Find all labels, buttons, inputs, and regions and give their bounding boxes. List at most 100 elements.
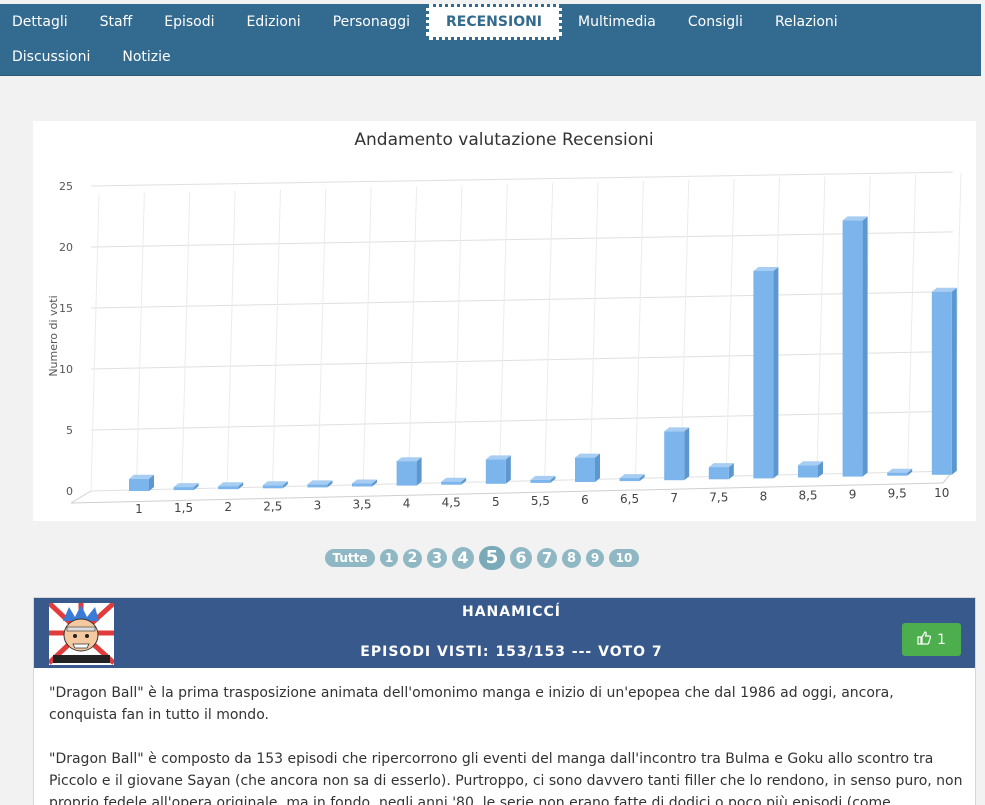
- bar: [307, 484, 328, 488]
- gridline: [544, 182, 554, 481]
- tab-notizie[interactable]: Notizie: [106, 39, 186, 75]
- x-tick-label: 5,5: [531, 494, 550, 508]
- bar: [664, 431, 685, 481]
- page-2[interactable]: 2: [403, 548, 422, 568]
- tab-multimedia[interactable]: Multimedia: [562, 4, 672, 40]
- gridline: [453, 185, 463, 483]
- bar: [262, 485, 283, 489]
- section-tabs: Dettagli Staff Episodi Edizioni Personaggi RE…: [0, 4, 981, 76]
- bar: [129, 478, 149, 491]
- tab-recensioni[interactable]: RECENSIONI: [426, 4, 563, 40]
- ratings-chart-svg: Andamento valutazione Recensioni 0 5 10 15 20…: [47, 130, 962, 516]
- x-tick-label: 10: [934, 486, 949, 500]
- x-tick-label: 8,5: [798, 489, 817, 503]
- tab-edizioni[interactable]: Edizioni: [231, 4, 317, 40]
- y-axis-label: Numero di voti: [47, 295, 60, 376]
- page-5[interactable]: 5: [479, 546, 505, 570]
- bar: [218, 486, 239, 490]
- bar-side: [595, 453, 600, 482]
- bar: [708, 467, 729, 480]
- tab-consigli[interactable]: Consigli: [672, 4, 759, 40]
- review-header: HANAMICCÍ EPISODI VISTI: 153/153 --- VOT…: [34, 598, 975, 668]
- bar-side: [951, 287, 957, 475]
- tab-staff[interactable]: Staff: [84, 4, 149, 40]
- x-tick-label: 7: [670, 491, 678, 505]
- bar: [530, 479, 551, 483]
- bar-side: [505, 455, 511, 484]
- gridline: [271, 189, 281, 487]
- tab-discussioni[interactable]: Discussioni: [0, 39, 106, 75]
- ratings-chart: Andamento valutazione Recensioni 0 5 10 15 20…: [33, 121, 976, 521]
- gridline: [226, 190, 236, 488]
- review-paragraph: "Dragon Ball" è la prima trasposizione a…: [49, 685, 894, 723]
- review-text: "Dragon Ball" è la prima trasposizione a…: [49, 682, 964, 805]
- tab-personaggi[interactable]: Personaggi: [317, 4, 426, 40]
- reviewer-name[interactable]: HANAMICCÍ: [34, 604, 985, 620]
- y-tick-label: 25: [59, 180, 73, 193]
- tab-relazioni[interactable]: Relazioni: [759, 4, 854, 40]
- gridline: [408, 186, 418, 484]
- tabs-row-2: Discussioni Notizie: [0, 39, 187, 75]
- bar: [798, 465, 818, 478]
- review-paragraph: "Dragon Ball" è composto da 153 episodi …: [49, 751, 963, 805]
- bar-side: [773, 267, 779, 479]
- review-episodes-vote: EPISODI VISTI: 153/153 --- VOTO 7: [360, 644, 663, 660]
- y-tick-label: 20: [59, 241, 73, 254]
- gridline: [589, 181, 599, 480]
- x-tick-label: 5: [492, 495, 500, 509]
- gridline: [498, 184, 508, 482]
- x-tick-label: 4,5: [442, 496, 461, 510]
- bar: [485, 459, 506, 484]
- x-tick-label: 1: [135, 502, 143, 516]
- gridline: [816, 176, 826, 475]
- chart-title: Andamento valutazione Recensioni: [354, 130, 653, 150]
- y-tick-label: 10: [59, 363, 73, 376]
- x-tick-label: 8: [760, 489, 768, 503]
- page-8[interactable]: 8: [562, 548, 581, 568]
- bar: [887, 472, 908, 476]
- page-10[interactable]: 10: [609, 549, 639, 567]
- gridline: [317, 188, 327, 486]
- like-count: 1: [937, 631, 946, 648]
- bar-side: [862, 216, 868, 477]
- page-4[interactable]: 4: [452, 547, 474, 569]
- bar: [575, 457, 595, 482]
- gridline: [725, 178, 735, 477]
- gridline: [90, 193, 100, 492]
- gridline: [135, 192, 145, 490]
- bar-side: [416, 457, 422, 486]
- gridline: [634, 180, 644, 479]
- bar: [931, 291, 952, 475]
- x-tick-label: 9: [849, 488, 857, 502]
- page-1[interactable]: 1: [380, 549, 398, 567]
- review-pagination: Tutte 1 2 3 4 5 6 7 8 9 10: [0, 545, 985, 575]
- review-card: HANAMICCÍ EPISODI VISTI: 153/153 --- VOT…: [33, 597, 976, 805]
- tab-dettagli[interactable]: Dettagli: [0, 4, 84, 40]
- gridline: [90, 350, 954, 370]
- page-6[interactable]: 6: [510, 547, 532, 569]
- page-9[interactable]: 9: [586, 549, 604, 567]
- page-3[interactable]: 3: [427, 548, 447, 568]
- bar: [352, 483, 372, 487]
- like-button[interactable]: 1: [902, 623, 961, 656]
- page-tutte[interactable]: Tutte: [325, 549, 375, 567]
- gridline: [90, 171, 954, 187]
- x-tick-label: 2,5: [263, 499, 282, 513]
- gridline: [362, 187, 372, 485]
- x-tick-label: 4: [403, 497, 411, 511]
- x-tick-label: 3,5: [352, 498, 371, 512]
- gridline: [181, 191, 191, 489]
- page-7[interactable]: 7: [537, 548, 557, 568]
- bar: [441, 481, 462, 485]
- bar: [753, 271, 774, 479]
- x-tick-label: 3: [314, 498, 322, 512]
- y-tick-label: 15: [59, 302, 73, 315]
- bar-side: [684, 427, 690, 481]
- x-tick-label: 1,5: [174, 501, 193, 515]
- bar: [396, 461, 417, 486]
- x-tick-label: 2: [224, 500, 232, 514]
- x-tick-label: 9,5: [888, 487, 907, 501]
- y-tick-label: 0: [66, 485, 73, 498]
- x-tick-label: 7,5: [709, 490, 728, 504]
- tab-episodi[interactable]: Episodi: [148, 4, 230, 40]
